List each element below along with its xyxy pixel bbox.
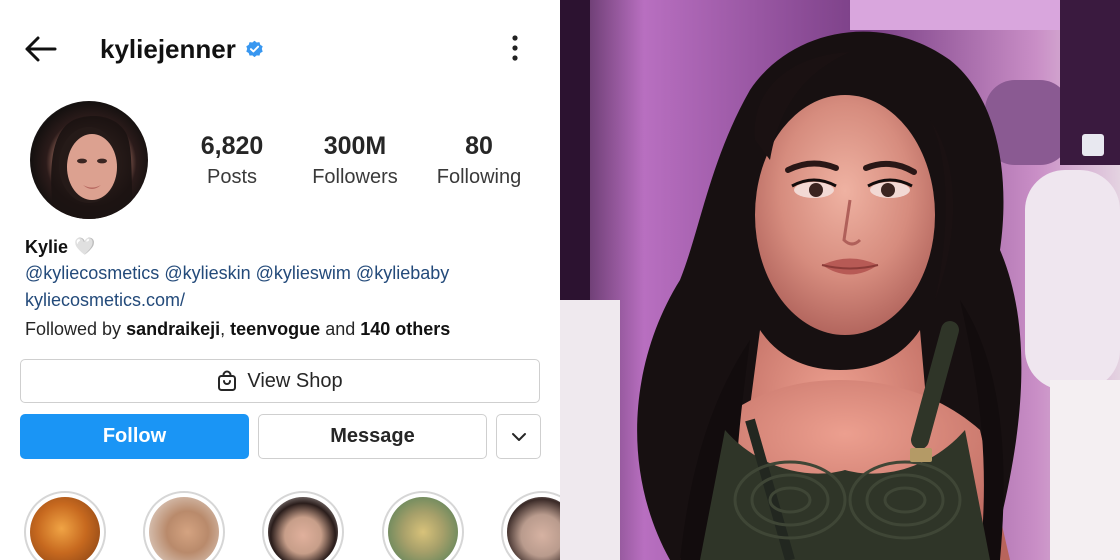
- avatar-portrait: [51, 115, 134, 219]
- profile-screen: kyliejenner 6,820 Posts 300M Followers 8: [0, 0, 560, 560]
- followed-by[interactable]: Followed by sandraikeji, teenvogue and 1…: [25, 314, 555, 344]
- story-highlight-3: [268, 497, 338, 560]
- view-shop-label: View Shop: [247, 369, 343, 392]
- posts-label: Posts: [206, 166, 258, 188]
- heart-icon: 🤍: [74, 237, 96, 256]
- profile-header: kyliejenner: [100, 30, 264, 68]
- mention-link[interactable]: @kyliecosmetics: [25, 263, 159, 283]
- followed-by-prefix: Followed by: [25, 319, 122, 339]
- shopping-bag-icon: [218, 370, 237, 391]
- view-shop-button[interactable]: View Shop: [20, 359, 540, 403]
- back-button[interactable]: [22, 33, 58, 65]
- story-highlight-1: [30, 497, 100, 560]
- story-highlight[interactable]: [143, 491, 225, 560]
- posts-stat[interactable]: 6,820 Posts: [172, 130, 292, 192]
- profile-avatar[interactable]: [30, 101, 148, 219]
- portrait-illustration: [560, 0, 1120, 560]
- story-highlight[interactable]: [24, 491, 106, 560]
- following-label: Following: [436, 166, 522, 188]
- story-highlight-2: [149, 497, 219, 560]
- message-button[interactable]: Message: [258, 414, 487, 459]
- more-options-button[interactable]: [503, 32, 527, 64]
- suggested-accounts-button[interactable]: [496, 414, 541, 459]
- bio-mentions: @kyliecosmetics @kylieskin @kylieswim @k…: [25, 260, 555, 287]
- arrow-left-icon: [25, 36, 57, 62]
- followed-by-and: and: [325, 319, 356, 339]
- more-vertical-icon: [512, 35, 518, 61]
- chevron-down-icon: [511, 432, 526, 441]
- mention-link[interactable]: @kylieskin: [164, 263, 250, 283]
- mention-link[interactable]: @kylieswim: [256, 263, 351, 283]
- story-highlight[interactable]: [501, 491, 560, 560]
- following-count: 80: [465, 132, 493, 160]
- bio-website-row: kyliecosmetics.com/: [25, 287, 555, 314]
- follow-label: Follow: [102, 425, 167, 447]
- mention-link[interactable]: @kyliebaby: [356, 263, 449, 283]
- username: kyliejenner: [100, 33, 236, 64]
- verified-badge-icon: [246, 40, 263, 57]
- story-highlight[interactable]: [262, 491, 344, 560]
- story-highlight[interactable]: [382, 491, 464, 560]
- story-highlight-4: [388, 497, 458, 560]
- story-highlight-5: [507, 497, 560, 560]
- bio-name-row: Kylie 🤍: [25, 234, 555, 260]
- following-stat[interactable]: 80 Following: [419, 130, 539, 192]
- profile-bio: Kylie 🤍 @kyliecosmetics @kylieskin @kyli…: [25, 234, 555, 344]
- followed-by-separator: ,: [220, 319, 226, 339]
- followed-by-others: 140 others: [360, 319, 451, 339]
- bio-name: Kylie: [25, 237, 69, 257]
- follow-button[interactable]: Follow: [20, 414, 249, 459]
- followers-label: Followers: [312, 166, 398, 188]
- followed-by-user: sandraikeji: [126, 319, 221, 339]
- posts-count: 6,820: [200, 132, 264, 160]
- profile-photo: [560, 0, 1120, 560]
- website-link[interactable]: kyliecosmetics.com/: [25, 290, 185, 310]
- followers-count: 300M: [323, 132, 387, 160]
- message-label: Message: [330, 425, 415, 447]
- followers-stat[interactable]: 300M Followers: [295, 130, 415, 192]
- followed-by-user: teenvogue: [230, 319, 321, 339]
